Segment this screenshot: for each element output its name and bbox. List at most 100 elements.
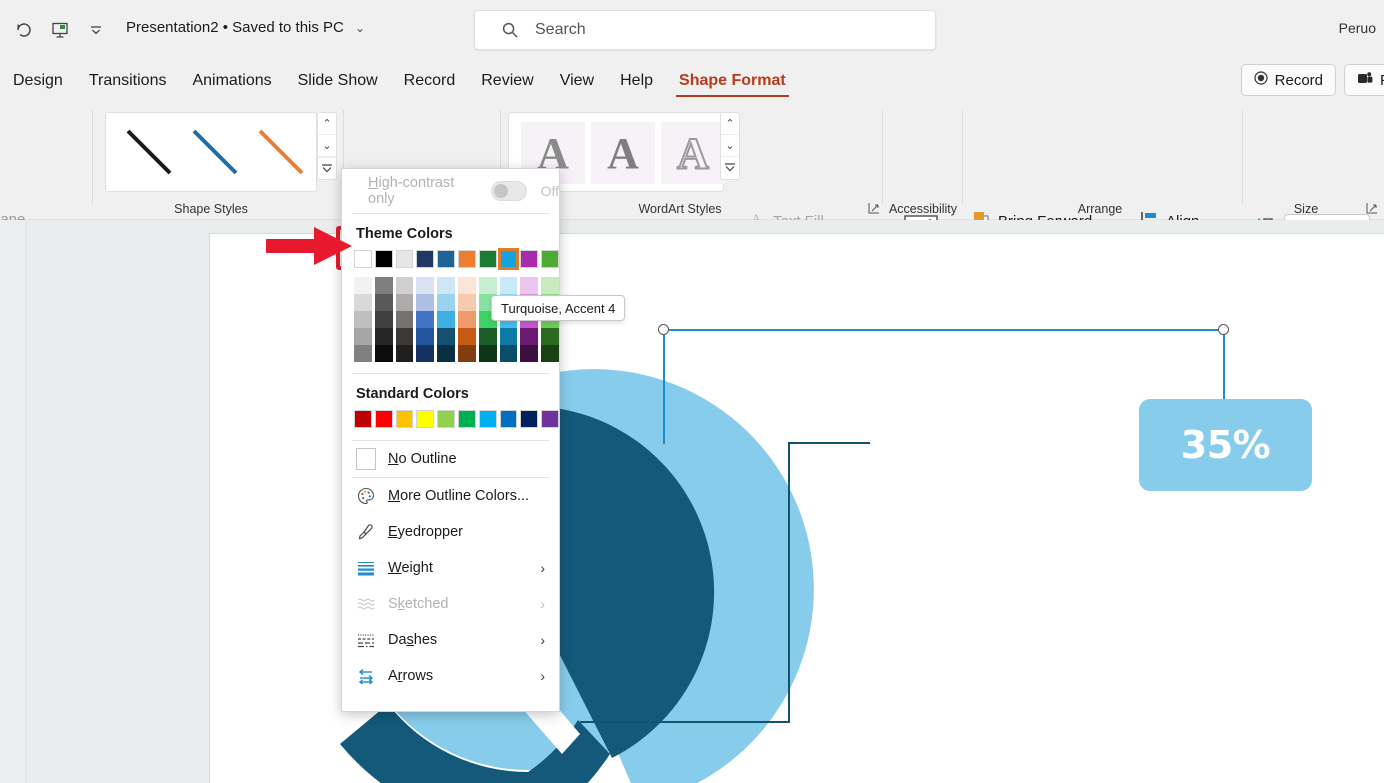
menu-item-no-outline[interactable]: No Outline bbox=[342, 441, 559, 477]
tab-transitions[interactable]: Transitions bbox=[76, 60, 180, 102]
undo-icon[interactable] bbox=[10, 16, 38, 44]
theme-shade-swatch-0-2[interactable] bbox=[354, 311, 372, 328]
theme-colors-swatch-row[interactable] bbox=[342, 248, 559, 270]
theme-shade-swatch-6-3[interactable] bbox=[478, 328, 497, 345]
tab-design[interactable]: Design bbox=[0, 60, 76, 102]
theme-shade-swatch-8-4[interactable] bbox=[520, 345, 539, 362]
tab-slide-show[interactable]: Slide Show bbox=[285, 60, 391, 102]
theme-shade-swatch-6-4[interactable] bbox=[478, 345, 497, 362]
shape-style-thumb-1[interactable] bbox=[120, 123, 178, 181]
menu-item-more-outline-colors[interactable]: More Outline Colors... bbox=[342, 478, 559, 514]
tab-help[interactable]: Help bbox=[607, 60, 666, 102]
high-contrast-only-row[interactable]: High-contrast only Off bbox=[342, 169, 559, 213]
theme-shade-swatch-4-2[interactable] bbox=[437, 311, 455, 328]
theme-shade-swatch-4-4[interactable] bbox=[437, 345, 455, 362]
tab-animations[interactable]: Animations bbox=[179, 60, 284, 102]
standard-color-swatch-8[interactable] bbox=[520, 410, 539, 428]
theme-shade-swatch-1-2[interactable] bbox=[374, 311, 393, 328]
menu-item-sketched[interactable]: Sketched › bbox=[342, 586, 559, 622]
theme-shade-swatch-4-3[interactable] bbox=[437, 328, 455, 345]
theme-shade-swatch-0-4[interactable] bbox=[354, 345, 372, 362]
standard-color-swatch-0[interactable] bbox=[354, 410, 372, 428]
theme-shade-column-4[interactable] bbox=[437, 277, 455, 362]
tab-record[interactable]: Record bbox=[391, 60, 469, 102]
present-in-teams-button[interactable]: Pr bbox=[1344, 64, 1384, 96]
menu-item-weight[interactable]: Weight › bbox=[342, 550, 559, 586]
theme-shade-swatch-7-4[interactable] bbox=[499, 345, 518, 362]
chevron-down-icon[interactable]: ⌄ bbox=[355, 21, 365, 35]
theme-color-swatch-0[interactable] bbox=[354, 250, 372, 268]
theme-shade-swatch-3-1[interactable] bbox=[416, 294, 435, 311]
menu-item-arrows[interactable]: Arrows › bbox=[342, 658, 559, 694]
theme-color-swatch-1[interactable] bbox=[374, 250, 393, 268]
standard-color-swatch-5[interactable] bbox=[457, 410, 476, 428]
theme-color-swatch-6[interactable] bbox=[478, 250, 497, 268]
theme-shade-swatch-3-0[interactable] bbox=[416, 277, 435, 294]
theme-color-swatch-8[interactable] bbox=[520, 250, 539, 268]
theme-shade-swatch-3-3[interactable] bbox=[416, 328, 435, 345]
tab-review[interactable]: Review bbox=[468, 60, 546, 102]
theme-shade-swatch-5-4[interactable] bbox=[457, 345, 476, 362]
record-button[interactable]: Record bbox=[1240, 64, 1336, 96]
gallery-scroll-down-icon[interactable]: ⌄ bbox=[318, 135, 336, 157]
standard-color-swatch-3[interactable] bbox=[416, 410, 435, 428]
theme-shade-swatch-9-3[interactable] bbox=[541, 328, 559, 345]
theme-shade-column-3[interactable] bbox=[416, 277, 435, 362]
gallery-more-icon[interactable] bbox=[721, 157, 739, 179]
theme-shade-swatch-4-0[interactable] bbox=[437, 277, 455, 294]
tab-shape-format[interactable]: Shape Format bbox=[666, 60, 799, 102]
shape-style-thumb-3[interactable] bbox=[252, 123, 310, 181]
shape-styles-gallery[interactable] bbox=[105, 112, 317, 192]
theme-shade-swatch-7-0[interactable] bbox=[499, 277, 518, 294]
theme-shade-swatch-0-0[interactable] bbox=[354, 277, 372, 294]
theme-shade-swatch-9-0[interactable] bbox=[541, 277, 559, 294]
standard-color-swatch-7[interactable] bbox=[499, 410, 518, 428]
theme-shade-swatch-8-0[interactable] bbox=[520, 277, 539, 294]
shape-style-thumb-2[interactable] bbox=[186, 123, 244, 181]
standard-color-swatch-9[interactable] bbox=[541, 410, 559, 428]
customize-quick-access-toolbar-icon[interactable] bbox=[82, 16, 110, 44]
theme-shade-swatch-5-0[interactable] bbox=[457, 277, 476, 294]
tab-view[interactable]: View bbox=[547, 60, 607, 102]
selection-handle-right[interactable] bbox=[1218, 324, 1229, 335]
theme-color-swatch-5[interactable] bbox=[457, 250, 476, 268]
menu-item-eyedropper[interactable]: Eyedropper bbox=[342, 514, 559, 550]
theme-shade-swatch-2-1[interactable] bbox=[395, 294, 414, 311]
theme-shade-swatch-1-3[interactable] bbox=[374, 328, 393, 345]
account-name[interactable]: Peruo bbox=[1339, 20, 1376, 36]
document-title[interactable]: Presentation2 • Saved to this PC ⌄ bbox=[126, 19, 365, 36]
standard-color-swatch-2[interactable] bbox=[395, 410, 414, 428]
theme-shade-column-2[interactable] bbox=[395, 277, 414, 362]
theme-shade-swatch-9-4[interactable] bbox=[541, 345, 559, 362]
selection-handle-left[interactable] bbox=[658, 324, 669, 335]
theme-shade-swatch-2-2[interactable] bbox=[395, 311, 414, 328]
theme-shade-swatch-5-2[interactable] bbox=[457, 311, 476, 328]
theme-shade-column-1[interactable] bbox=[374, 277, 393, 362]
wordart-thumb-3[interactable]: A bbox=[661, 122, 725, 184]
theme-color-swatch-3[interactable] bbox=[416, 250, 435, 268]
shape-outline-dropdown-menu[interactable]: High-contrast only Off Theme Colors Stan… bbox=[341, 168, 560, 712]
theme-shade-swatch-2-4[interactable] bbox=[395, 345, 414, 362]
standard-color-swatch-4[interactable] bbox=[437, 410, 455, 428]
theme-shade-swatch-1-0[interactable] bbox=[374, 277, 393, 294]
standard-color-swatch-6[interactable] bbox=[478, 410, 497, 428]
theme-shade-swatch-5-3[interactable] bbox=[457, 328, 476, 345]
standard-color-swatch-1[interactable] bbox=[374, 410, 393, 428]
shape-styles-scroll-buttons[interactable]: ⌃ ⌄ bbox=[317, 112, 337, 180]
theme-shade-column-5[interactable] bbox=[457, 277, 476, 362]
theme-shade-swatch-5-1[interactable] bbox=[457, 294, 476, 311]
theme-shade-swatch-4-1[interactable] bbox=[437, 294, 455, 311]
menu-item-dashes[interactable]: Dashes › bbox=[342, 622, 559, 658]
gallery-more-icon[interactable] bbox=[318, 157, 336, 179]
theme-shade-swatch-2-3[interactable] bbox=[395, 328, 414, 345]
gallery-scroll-up-icon[interactable]: ⌃ bbox=[318, 113, 336, 135]
wordart-scroll-buttons[interactable]: ⌃ ⌄ bbox=[720, 112, 740, 180]
size-dialog-launcher-icon[interactable] bbox=[1366, 202, 1379, 215]
theme-shade-swatch-0-1[interactable] bbox=[354, 294, 372, 311]
theme-color-swatch-9[interactable] bbox=[541, 250, 559, 268]
theme-shade-swatch-6-0[interactable] bbox=[478, 277, 497, 294]
standard-colors-swatch-row[interactable] bbox=[342, 410, 559, 428]
wordart-thumb-2[interactable]: A bbox=[591, 122, 655, 184]
callout-65[interactable]: 65% bbox=[870, 399, 1044, 491]
theme-shade-swatch-0-3[interactable] bbox=[354, 328, 372, 345]
